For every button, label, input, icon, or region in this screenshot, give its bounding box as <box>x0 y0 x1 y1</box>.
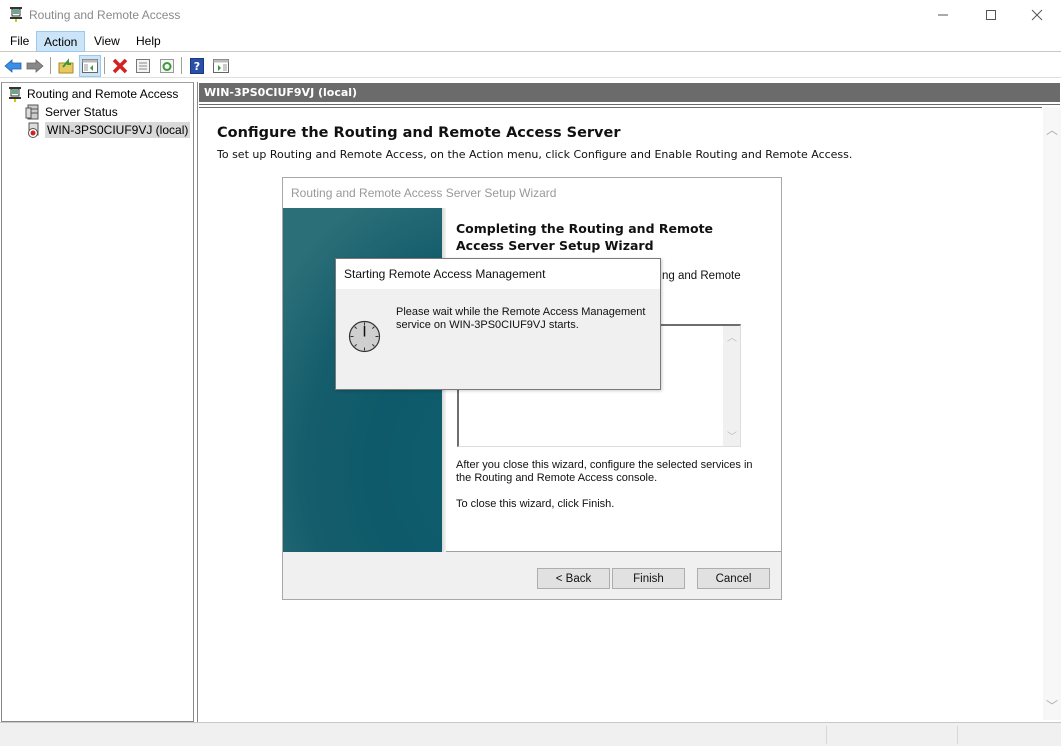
server-status-icon <box>25 104 39 119</box>
tree-item-server-status[interactable]: Server Status <box>25 103 118 120</box>
wizard-after-text: After you close this wizard, configure t… <box>456 459 753 484</box>
window-title: Routing and Remote Access <box>29 8 181 22</box>
toolbar-separator <box>104 57 105 74</box>
cancel-button[interactable]: Cancel <box>697 568 770 589</box>
scroll-down-icon[interactable]: ﹀ <box>1046 697 1058 714</box>
toolbar: ? <box>0 53 1061 78</box>
console-tree: Routing and Remote Access Server Status … <box>1 82 194 722</box>
tree-item-routing-and-remote-access[interactable]: Routing and Remote Access <box>7 85 178 102</box>
wizard-title: Routing and Remote Access Server Setup W… <box>283 178 781 208</box>
properties-button[interactable] <box>132 55 154 77</box>
show-hide-action-pane-button[interactable] <box>210 55 232 77</box>
show-hide-action-pane-icon <box>213 59 229 73</box>
clock-icon <box>348 320 381 353</box>
menu-view[interactable]: View <box>87 31 127 52</box>
starting-service-dialog: Starting Remote Access Management Please… <box>335 258 661 390</box>
menu-bar: File Action View Help <box>0 30 1061 52</box>
back-button[interactable] <box>2 55 24 77</box>
maximize-icon <box>986 10 996 20</box>
menu-help[interactable]: Help <box>129 31 168 52</box>
toolbar-separator <box>181 57 182 74</box>
dialog-title: Starting Remote Access Management <box>336 259 660 289</box>
wizard-heading: Completing the Routing and Remote Access… <box>456 221 714 253</box>
wizard-close-text: To close this wizard, click Finish. <box>456 498 615 510</box>
routing-console-icon <box>10 7 22 22</box>
properties-icon <box>136 59 150 73</box>
tree-item-label: Server Status <box>45 104 118 119</box>
dialog-message: Please wait while the Remote Access Mana… <box>396 306 646 331</box>
refresh-button[interactable] <box>156 55 178 77</box>
forward-arrow-icon <box>26 59 44 73</box>
toolbar-separator <box>50 57 51 74</box>
up-folder-icon <box>58 58 74 74</box>
routing-console-icon <box>9 86 21 102</box>
wizard-summary-text: ng and Remote <box>662 270 741 282</box>
menu-file[interactable]: File <box>3 31 36 52</box>
listbox-scrollbar[interactable]: ︿ ﹀ <box>723 326 740 446</box>
menu-action[interactable]: Action <box>36 31 86 52</box>
svg-text:?: ? <box>194 60 200 73</box>
back-arrow-icon <box>4 59 22 73</box>
scroll-down-icon[interactable]: ﹀ <box>727 428 737 443</box>
maximize-button[interactable] <box>968 0 1014 30</box>
page-title: Configure the Routing and Remote Access … <box>217 125 621 141</box>
tree-item-label: Routing and Remote Access <box>27 86 179 101</box>
minimize-icon <box>938 14 948 16</box>
tree-item-label: WIN-3PS0CIUF9VJ (local) <box>45 121 191 138</box>
help-button[interactable]: ? <box>186 55 208 77</box>
title-bar: Routing and Remote Access <box>0 0 1061 30</box>
close-icon <box>1031 9 1043 21</box>
back-button[interactable]: < Back <box>537 568 610 589</box>
delete-icon <box>112 58 128 74</box>
page-description: To set up Routing and Remote Access, on … <box>217 148 853 161</box>
scroll-up-icon[interactable]: ︿ <box>727 329 737 344</box>
show-hide-console-tree-icon <box>82 59 98 73</box>
forward-button[interactable] <box>24 55 46 77</box>
results-pane-scrollbar[interactable]: ︿ ﹀ <box>1043 107 1061 720</box>
refresh-icon <box>160 59 174 73</box>
status-bar-separator <box>957 726 958 744</box>
results-pane-header: WIN-3PS0CIUF9VJ (local) <box>199 83 1060 104</box>
status-bar-separator <box>826 726 827 744</box>
tree-item-server-local[interactable]: WIN-3PS0CIUF9VJ (local) <box>25 121 191 138</box>
show-hide-console-tree-button[interactable] <box>79 55 101 77</box>
finish-button[interactable]: Finish <box>612 568 685 589</box>
scroll-up-icon[interactable]: ︿ <box>1046 121 1058 138</box>
delete-button[interactable] <box>109 55 131 77</box>
help-icon: ? <box>190 58 204 74</box>
minimize-button[interactable] <box>920 0 966 30</box>
close-button[interactable] <box>1014 0 1060 30</box>
status-bar <box>0 722 1061 746</box>
up-one-level-button[interactable] <box>55 55 77 77</box>
server-stopped-icon <box>28 122 39 138</box>
